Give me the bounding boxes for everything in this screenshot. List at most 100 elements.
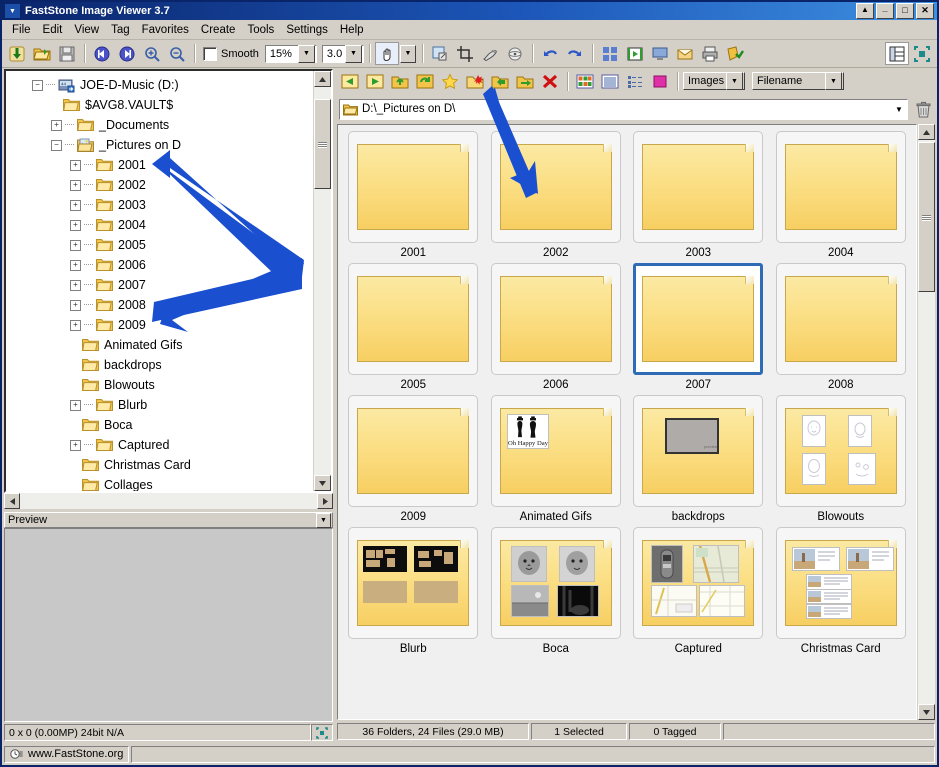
- tree-item-blowouts[interactable]: Blowouts: [6, 375, 313, 395]
- print-icon[interactable]: [698, 42, 722, 65]
- tree-item-backdrops[interactable]: backdrops: [6, 355, 313, 375]
- menu-item-tools[interactable]: Tools: [241, 22, 280, 38]
- thumbnail-vertical-scrollbar[interactable]: [917, 124, 935, 720]
- redo-icon[interactable]: [563, 42, 587, 65]
- compare-icon[interactable]: [598, 42, 622, 65]
- scroll-down-button[interactable]: [918, 704, 935, 720]
- fullscreen-icon[interactable]: [910, 42, 934, 65]
- new-folder-icon[interactable]: [463, 70, 487, 93]
- tree-item-2002[interactable]: +2002: [6, 175, 313, 195]
- collapse-icon[interactable]: −: [51, 139, 62, 151]
- thumbnail-cell[interactable]: 2001: [342, 131, 485, 263]
- tree-item-2001[interactable]: +2001: [6, 155, 313, 175]
- scroll-up-button[interactable]: [314, 71, 331, 87]
- tree-item-2008[interactable]: +2008: [6, 295, 313, 315]
- menu-item-help[interactable]: Help: [334, 22, 370, 38]
- expand-icon[interactable]: +: [70, 319, 81, 331]
- wallpaper-icon[interactable]: [648, 42, 672, 65]
- previous-image-icon[interactable]: [90, 42, 114, 65]
- thumbnail-item[interactable]: [348, 527, 479, 639]
- tree-item-captured[interactable]: + Captured: [6, 435, 313, 455]
- back-icon[interactable]: [338, 70, 362, 93]
- menu-item-favorites[interactable]: Favorites: [136, 22, 195, 38]
- thumbnail-item[interactable]: [348, 131, 479, 243]
- chevron-down-icon[interactable]: ▼: [399, 44, 416, 63]
- tree-item-2004[interactable]: +2004: [6, 215, 313, 235]
- menu-item-settings[interactable]: Settings: [280, 22, 334, 38]
- thumbnail-cell[interactable]: Boca: [485, 527, 628, 659]
- ratio-combo[interactable]: 3.0 ▼: [321, 44, 364, 63]
- scroll-down-button[interactable]: [314, 475, 331, 491]
- favorites-icon[interactable]: [723, 42, 747, 65]
- tree-item-blurb[interactable]: + Blurb: [6, 395, 313, 415]
- next-image-icon[interactable]: [115, 42, 139, 65]
- detail-view-icon[interactable]: [623, 70, 647, 93]
- refresh-icon[interactable]: [413, 70, 437, 93]
- expand-icon[interactable]: +: [70, 219, 81, 231]
- open-folder-icon[interactable]: [30, 42, 54, 65]
- email-icon[interactable]: [673, 42, 697, 65]
- scroll-up-button[interactable]: [918, 124, 935, 140]
- tree-item-2003[interactable]: +2003: [6, 195, 313, 215]
- thumbnail-cell[interactable]: 2003: [627, 131, 770, 263]
- thumbnail-item[interactable]: [775, 527, 906, 639]
- draw-icon[interactable]: [478, 42, 502, 65]
- thumbnail-item[interactable]: [348, 263, 479, 375]
- tree-item-animated-gifs[interactable]: Animated Gifs: [6, 335, 313, 355]
- expand-icon[interactable]: +: [70, 199, 81, 211]
- sort-combo[interactable]: Filename ▼: [752, 72, 844, 90]
- up-folder-icon[interactable]: [388, 70, 412, 93]
- download-icon[interactable]: [5, 42, 29, 65]
- thumbnail-item[interactable]: [490, 527, 621, 639]
- thumbnail-item[interactable]: [490, 131, 621, 243]
- expand-icon[interactable]: +: [70, 259, 81, 271]
- thumbnail-scroll-track[interactable]: [918, 140, 935, 704]
- rollup-button[interactable]: ▲: [856, 3, 874, 19]
- recycle-bin-icon[interactable]: [911, 98, 935, 121]
- delete-icon[interactable]: [538, 70, 562, 93]
- thumbnail-item[interactable]: [490, 263, 621, 375]
- smooth-checkbox[interactable]: [203, 46, 217, 61]
- tree-item-joe-d-music-d[interactable]: − 44 JOE-D-Music (D:): [6, 75, 313, 95]
- chevron-down-icon[interactable]: ▼: [316, 512, 331, 528]
- tree-item-avg8-vault[interactable]: $AVG8.VAULT$: [6, 95, 313, 115]
- menu-item-tag[interactable]: Tag: [105, 22, 136, 38]
- thumbnail-item[interactable]: [633, 131, 764, 243]
- hand-tool-dropdown[interactable]: ▼: [399, 44, 417, 63]
- thumbnail-viewport[interactable]: 2001 2002 2003 2004 2005 2006 2007 2008 2009 Oh H…: [337, 124, 917, 720]
- resize-icon[interactable]: [428, 42, 452, 65]
- thumbnail-selected[interactable]: [633, 263, 764, 375]
- layout-panel-icon[interactable]: [885, 42, 909, 65]
- file-filter-combo[interactable]: Images ▼: [683, 72, 745, 90]
- expand-icon[interactable]: +: [70, 399, 81, 411]
- thumbnail-cell[interactable]: 2005: [342, 263, 485, 395]
- chevron-down-icon[interactable]: ▼: [891, 105, 907, 114]
- expand-icon[interactable]: +: [70, 239, 81, 251]
- expand-icon[interactable]: +: [51, 119, 62, 131]
- tree-hscroll-track[interactable]: [20, 493, 317, 509]
- tree-horizontal-scrollbar[interactable]: [4, 493, 333, 509]
- tree-scroll-track[interactable]: [314, 87, 331, 475]
- thumbnail-cell[interactable]: 2008: [770, 263, 913, 395]
- thumbnail-cell[interactable]: Blowouts: [770, 395, 913, 527]
- chevron-down-icon[interactable]: ▼: [825, 72, 842, 90]
- move-to-folder-icon[interactable]: [513, 70, 537, 93]
- expand-icon[interactable]: +: [70, 159, 81, 171]
- slideshow-icon[interactable]: [623, 42, 647, 65]
- thumbnail-item[interactable]: [348, 395, 479, 507]
- close-button[interactable]: ✕: [916, 3, 934, 19]
- menu-item-file[interactable]: File: [6, 22, 37, 38]
- list-view-icon[interactable]: [598, 70, 622, 93]
- tree-vertical-scrollbar[interactable]: [313, 71, 331, 491]
- minimize-button[interactable]: _: [876, 3, 894, 19]
- system-menu-icon[interactable]: ▼: [4, 3, 21, 19]
- favorite-star-icon[interactable]: [438, 70, 462, 93]
- tree-scroll-thumb[interactable]: [314, 99, 331, 189]
- zoom-in-icon[interactable]: [140, 42, 164, 65]
- thumbnail-cell[interactable]: Christmas Card: [770, 527, 913, 659]
- scroll-right-button[interactable]: [317, 493, 333, 509]
- tree-item-documents[interactable]: + _Documents: [6, 115, 313, 135]
- zoom-out-icon[interactable]: [165, 42, 189, 65]
- tree-item-christmas-card[interactable]: Christmas Card: [6, 455, 313, 475]
- tree-item-boca[interactable]: Boca: [6, 415, 313, 435]
